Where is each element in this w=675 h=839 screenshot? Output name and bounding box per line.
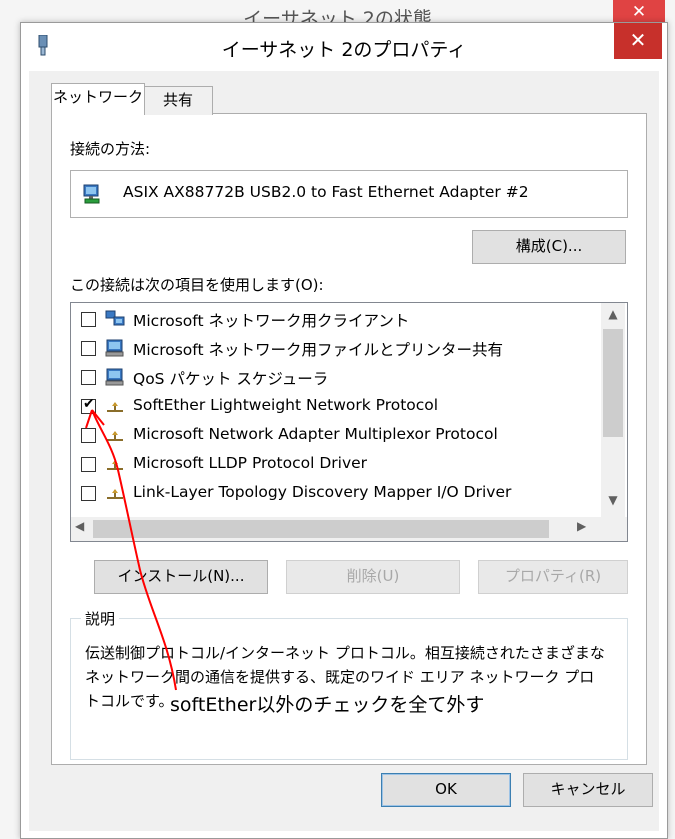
scroll-left-icon[interactable]: ◀ <box>75 519 93 539</box>
configure-button[interactable]: 構成(C)... <box>472 230 626 264</box>
item-label: Microsoft LLDP Protocol Driver <box>133 454 368 472</box>
item-label: Microsoft ネットワーク用ファイルとプリンター共有 <box>133 341 503 359</box>
description-legend: 説明 <box>81 608 120 629</box>
item-label: Link-Layer Topology Discovery Mapper I/O… <box>133 483 512 501</box>
vertical-scroll-thumb[interactable] <box>603 329 623 437</box>
item-checkbox[interactable] <box>81 457 96 472</box>
tab-sharing[interactable]: 共有 <box>143 86 213 115</box>
dialog-title: イーサネット 2のプロパティ <box>221 39 467 61</box>
title-bar[interactable]: イーサネット 2のプロパティ ✕ <box>21 23 667 71</box>
item-label: QoS パケット スケジューラ <box>133 370 329 388</box>
tab-panel-network: 接続の方法: ASIX AX88772B USB2.0 to Fast Ethe… <box>51 113 647 765</box>
close-icon: ✕ <box>629 28 647 52</box>
protocol-icon <box>107 402 123 412</box>
install-button[interactable]: インストール(N)... <box>94 560 268 594</box>
list-item[interactable]: Link-Layer Topology Discovery Mapper I/O… <box>71 479 601 507</box>
protocol-icon <box>107 460 123 470</box>
list-item[interactable]: ✔ SoftEther Lightweight Network Protocol <box>71 392 601 420</box>
annotation-text: softEther以外のチェックを全て外す <box>170 694 485 716</box>
scroll-down-icon[interactable]: ▼ <box>601 493 625 513</box>
properties-button[interactable]: プロパティ(R) <box>478 560 628 594</box>
item-label: Microsoft Network Adapter Multiplexor Pr… <box>133 425 498 443</box>
item-checkbox[interactable] <box>81 312 96 327</box>
item-checkbox[interactable] <box>81 370 96 385</box>
description-group: 説明 伝送制御プロトコル/インターネット プロトコル。相互接続されたさまざまなネ… <box>70 608 628 760</box>
ok-button[interactable]: OK <box>381 773 511 807</box>
tab-network[interactable]: ネットワーク <box>51 83 145 115</box>
file-printer-share-icon <box>105 339 124 357</box>
items-list[interactable]: Microsoft ネットワーク用クライアント Microsoft ネットワーク… <box>70 302 628 542</box>
scroll-right-icon[interactable]: ▶ <box>577 519 595 539</box>
qos-scheduler-icon <box>105 368 124 386</box>
adapter-name: ASIX AX88772B USB2.0 to Fast Ethernet Ad… <box>123 183 529 201</box>
item-label: Microsoft ネットワーク用クライアント <box>133 312 410 330</box>
horizontal-scroll-thumb[interactable] <box>93 520 549 538</box>
items-label: この接続は次の項目を使用します(O): <box>70 276 324 294</box>
uninstall-button[interactable]: 削除(U) <box>286 560 460 594</box>
checkmark-icon: ✔ <box>83 396 95 412</box>
horizontal-scrollbar[interactable]: ◀ ▶ <box>71 517 627 541</box>
list-item[interactable]: Microsoft Network Adapter Multiplexor Pr… <box>71 421 601 449</box>
vertical-scrollbar[interactable]: ▲ ▼ <box>601 303 625 517</box>
list-item[interactable]: QoS パケット スケジューラ <box>71 363 601 391</box>
item-checkbox[interactable] <box>81 486 96 501</box>
list-item[interactable]: Microsoft ネットワーク用ファイルとプリンター共有 <box>71 334 601 362</box>
item-checkbox[interactable] <box>81 341 96 356</box>
protocol-icon <box>107 489 123 499</box>
list-item[interactable]: Microsoft ネットワーク用クライアント <box>71 305 601 333</box>
adapter-box: ASIX AX88772B USB2.0 to Fast Ethernet Ad… <box>70 170 628 218</box>
item-checkbox[interactable] <box>81 428 96 443</box>
item-label: SoftEther Lightweight Network Protocol <box>133 396 439 414</box>
list-item[interactable]: Microsoft LLDP Protocol Driver <box>71 450 601 478</box>
network-client-icon <box>105 310 125 326</box>
scroll-up-icon[interactable]: ▲ <box>601 307 625 327</box>
connect-using-label: 接続の方法: <box>70 140 151 158</box>
background-close-button[interactable]: ✕ <box>613 0 665 24</box>
network-adapter-icon <box>83 184 100 204</box>
protocol-icon <box>107 431 123 441</box>
item-checkbox[interactable]: ✔ <box>81 396 96 414</box>
cancel-button[interactable]: キャンセル <box>523 773 653 807</box>
dialog-client-area: ネットワーク 共有 接続の方法: ASIX AX88772B USB2.0 to… <box>29 71 659 831</box>
close-button[interactable]: ✕ <box>614 23 662 59</box>
close-icon: ✕ <box>631 2 647 22</box>
